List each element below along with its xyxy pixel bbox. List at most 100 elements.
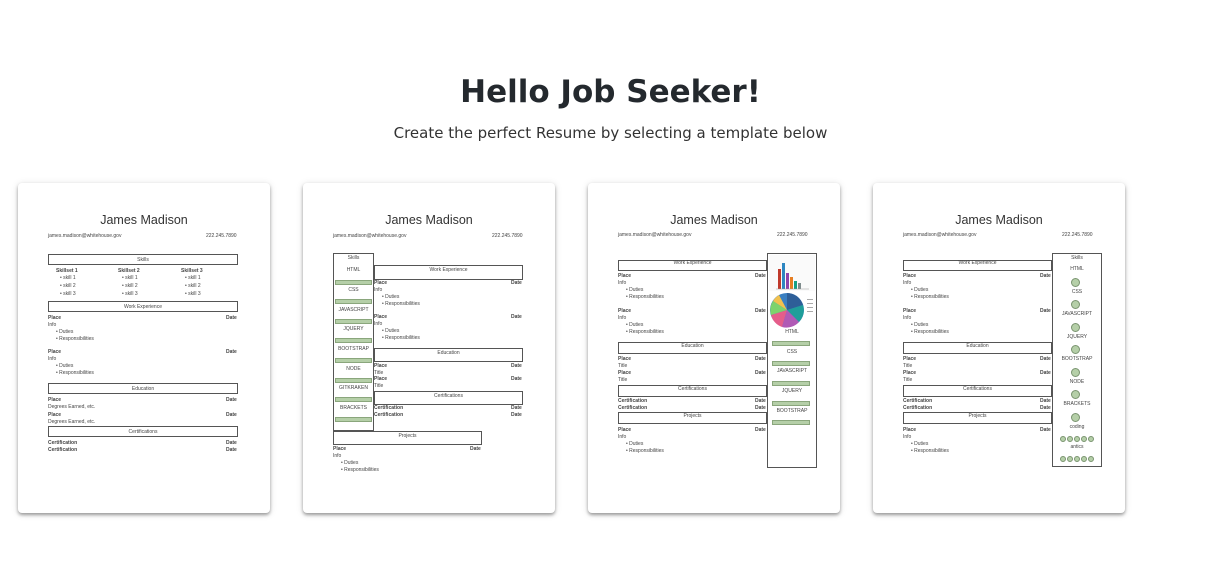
skill-level-bar [335,338,372,343]
skill-level-bar [772,401,810,406]
date-label: Date [511,280,522,286]
responsibilities-item: Responsibilities [911,294,949,300]
certification-label: Certification [374,412,404,418]
date-label: Date [755,370,766,376]
date-label: Date [226,397,237,403]
skill-level-dot [1071,390,1080,399]
skill-name: JQUERY [1066,334,1088,340]
template-card-4[interactable]: James Madison james.madison@whitehouse.g… [873,183,1125,513]
skill-level-bar [335,378,372,383]
duties-item: Duties [626,322,643,328]
pie-chart-thumbnail [770,293,813,328]
skill-name: JQUERY [343,326,364,332]
skill-level-dot [1081,456,1087,462]
resume-name: James Madison [385,213,473,227]
responsibilities-item: Responsibilities [382,335,420,341]
date-label: Date [511,405,522,411]
degrees-label: Degrees Earned, etc. [48,419,96,425]
skill-item: skill 2 [60,283,76,289]
duties-item: Duties [341,460,358,466]
skill-name: BOOTSTRAP [776,408,808,414]
skillset-label: Skillset 3 [181,268,203,274]
resume-email: james.madison@whitehouse.gov [333,233,407,239]
place-label: Place [618,308,632,314]
resume-name: James Madison [955,213,1043,227]
certification-label: Certification [618,398,648,404]
duties-item: Duties [382,328,399,334]
certification-label: Certification [903,405,933,411]
skill-level-dot [1081,436,1087,442]
responsibilities-item: Responsibilities [626,329,664,335]
skill-item: skill 1 [122,275,138,281]
place-label: Place [48,315,62,321]
place-label: Place [903,356,917,362]
date-label: Date [755,398,766,404]
bar-chart-thumbnail [769,255,815,291]
date-label: Date [470,446,481,452]
section-education: Education [48,383,238,394]
skill-level-bar [772,361,810,366]
skill-level-bar [335,280,372,285]
skill-item: skill 1 [185,275,201,281]
skill-level-dot [1067,456,1073,462]
place-label: Place [374,314,388,320]
date-label: Date [1040,398,1051,404]
skill-name: antics [1070,444,1084,450]
certification-label: Certification [48,440,78,446]
section-certifications: Certifications [903,385,1052,397]
info-label: Info [618,434,627,440]
resume-email: james.madison@whitehouse.gov [903,232,977,238]
place-label: Place [333,446,347,452]
section-projects: Projects [333,431,482,445]
skill-level-bar [335,299,372,304]
skill-level-dot [1088,436,1094,442]
responsibilities-item: Responsibilities [911,329,949,335]
section-certifications: Certifications [618,385,767,397]
place-label: Place [903,273,917,279]
place-label: Place [618,356,632,362]
date-label: Date [1040,405,1051,411]
skills-heading: Skills [1071,255,1083,261]
duties-item: Duties [56,363,73,369]
info-label: Info [618,315,627,321]
skill-name: JAVASCRIPT [1061,311,1093,317]
skills-heading: Skills [347,255,360,261]
title-label: Title [903,363,913,369]
date-label: Date [755,308,766,314]
place-label: Place [48,397,62,403]
skill-item: skill 3 [60,291,76,297]
skill-level-dot [1067,436,1073,442]
skill-level-dot [1071,300,1080,309]
place-label: Place [374,280,388,286]
duties-item: Duties [911,322,928,328]
info-label: Info [374,321,383,327]
date-label: Date [1040,273,1051,279]
certification-label: Certification [374,405,404,411]
resume-email: james.madison@whitehouse.gov [618,232,692,238]
degrees-label: Degrees Earned, etc. [48,404,96,410]
skill-name: coding [1069,424,1085,430]
responsibilities-item: Responsibilities [626,294,664,300]
title-label: Title [618,377,628,383]
skill-name: JAVASCRIPT [338,307,369,313]
section-education: Education [903,342,1052,354]
section-work: Work Experience [903,260,1052,271]
info-label: Info [48,322,57,328]
date-label: Date [755,356,766,362]
template-card-3[interactable]: James Madison james.madison@whitehouse.g… [588,183,840,513]
responsibilities-item: Responsibilities [911,448,949,454]
skill-name: JQUERY [781,388,803,394]
template-card-2[interactable]: James Madison james.madison@whitehouse.g… [303,183,555,513]
resume-phone: 222.245.7890 [1062,232,1093,238]
skill-level-bar [772,420,810,425]
template-card-1[interactable]: James Madison james.madison@whitehouse.g… [18,183,270,513]
resume-phone: 222.245.7890 [206,233,237,239]
date-label: Date [1040,427,1051,433]
skill-level-dot [1071,323,1080,332]
place-label: Place [618,427,632,433]
skill-name: BRACKETS [1063,401,1091,407]
skill-item: skill 2 [122,283,138,289]
info-label: Info [48,356,57,362]
certification-label: Certification [48,447,78,453]
skill-name: BOOTSTRAP [1061,356,1093,362]
